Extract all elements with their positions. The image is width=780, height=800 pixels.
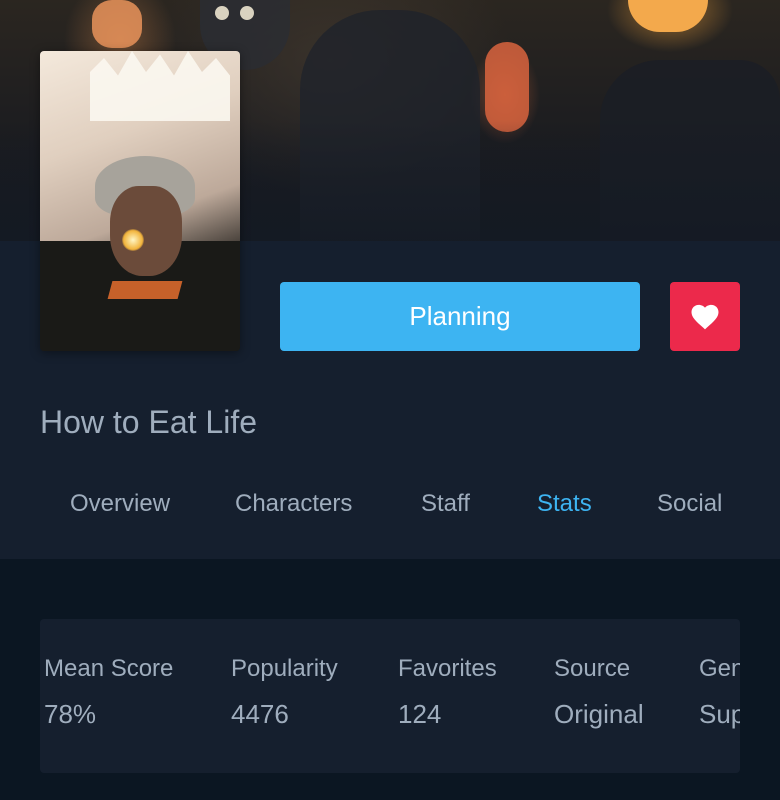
stat-label: Gen <box>699 655 740 682</box>
stat-label: Popularity <box>231 655 338 682</box>
tab-bar: Overview Characters Staff Stats Social <box>0 490 780 536</box>
stat-popularity: Popularity 4476 <box>231 655 338 730</box>
planning-button-label: Planning <box>409 301 511 331</box>
stat-value: 124 <box>398 699 442 729</box>
tab-staff[interactable]: Staff <box>421 490 470 518</box>
stat-label: Favorites <box>398 655 497 682</box>
stat-value: 78% <box>44 699 97 729</box>
heart-icon <box>691 304 719 330</box>
media-title: How to Eat Life <box>40 404 257 440</box>
stat-value: Sup <box>699 699 740 729</box>
stat-genres: Gen Sup <box>699 655 740 730</box>
stat-label: Mean Score <box>44 655 174 682</box>
planning-button[interactable]: Planning <box>280 282 640 351</box>
stat-favorites: Favorites 124 <box>398 655 497 730</box>
stat-source: Source Original <box>554 655 644 730</box>
stat-mean-score: Mean Score 78% <box>44 655 173 730</box>
favorite-button[interactable] <box>670 282 740 351</box>
stat-label: Source <box>554 655 631 682</box>
tab-stats[interactable]: Stats <box>537 490 592 518</box>
stat-value: 4476 <box>231 699 289 729</box>
stat-value: Original <box>554 699 644 729</box>
tab-social[interactable]: Social <box>657 490 722 518</box>
tab-characters[interactable]: Characters <box>235 490 352 518</box>
stats-card: Mean Score 78% Popularity 4476 Favorites… <box>40 619 740 773</box>
cover-image[interactable] <box>40 51 240 351</box>
tab-overview[interactable]: Overview <box>70 490 170 518</box>
